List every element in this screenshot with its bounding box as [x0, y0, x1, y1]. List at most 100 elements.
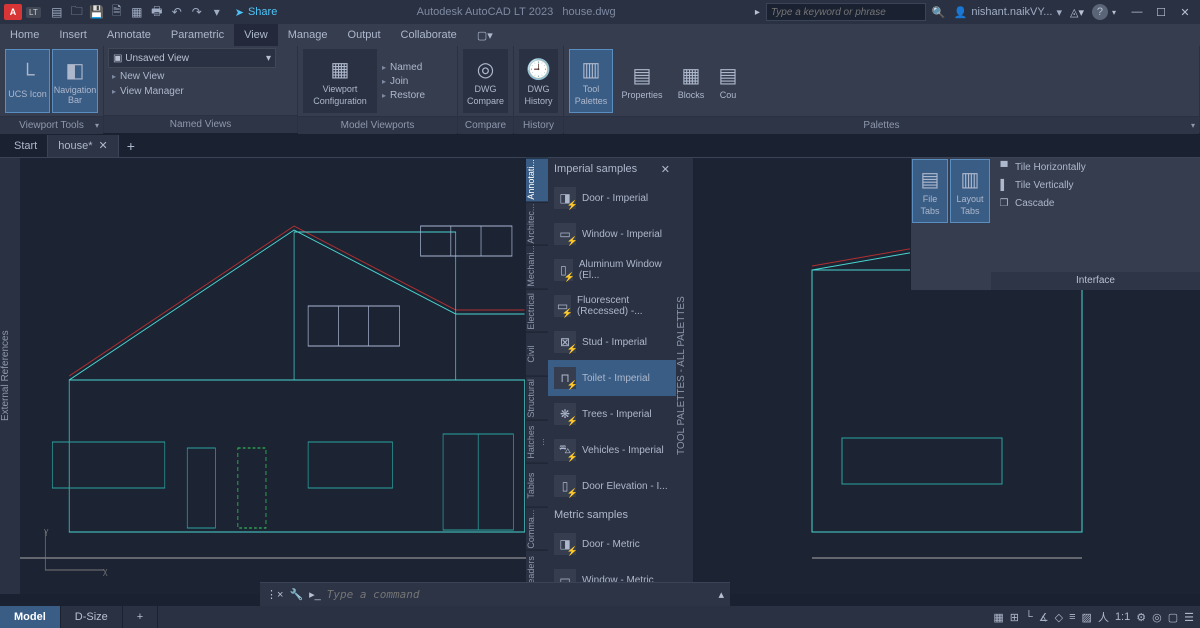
- file-tabs-button[interactable]: ▤FileTabs: [912, 159, 948, 223]
- maximize-icon[interactable]: ☐: [1150, 4, 1172, 20]
- app-icon[interactable]: A: [4, 4, 22, 20]
- vtab-command[interactable]: Comma...: [526, 507, 548, 551]
- vtab-mechanical[interactable]: Mechani...: [526, 245, 548, 289]
- search-icon[interactable]: 🔍: [932, 6, 946, 19]
- layout-tab-dsize[interactable]: D-Size: [61, 606, 123, 628]
- palette-item-vehicles[interactable]: ⛍Vehicles - Imperial: [548, 432, 676, 468]
- layout-tab-model[interactable]: Model: [0, 606, 61, 628]
- redo-icon[interactable]: ↷: [189, 4, 205, 20]
- cmd-menu-icon[interactable]: ▴: [718, 588, 724, 601]
- ucs-icon-button[interactable]: └UCS Icon: [5, 49, 50, 113]
- vtab-annotation[interactable]: Annotati...: [526, 158, 548, 202]
- panel-label[interactable]: Viewport Tools: [0, 116, 103, 134]
- new-tab-button[interactable]: +: [119, 138, 143, 154]
- customize-icon[interactable]: 🔧: [289, 588, 303, 601]
- tab-extra[interactable]: ▢▾: [467, 24, 503, 46]
- palette-close-icon[interactable]: ✕: [661, 163, 670, 176]
- file-tab-start[interactable]: Start: [4, 135, 48, 157]
- search-arrow-icon[interactable]: ▸: [755, 7, 760, 18]
- tab-manage[interactable]: Manage: [278, 24, 338, 46]
- tile-horizontal-button[interactable]: ▀Tile Horizontally: [991, 158, 1200, 176]
- cascade-button[interactable]: ❐Cascade: [991, 194, 1200, 212]
- gear-icon[interactable]: ⚙: [1136, 611, 1146, 624]
- lineweight-icon[interactable]: ≡: [1069, 611, 1075, 623]
- vtab-tables[interactable]: Tables: [526, 463, 548, 507]
- named-button[interactable]: Named: [378, 61, 429, 74]
- grid-icon[interactable]: ▦: [993, 611, 1003, 624]
- annotation-icon[interactable]: 人: [1098, 609, 1109, 625]
- secondary-canvas[interactable]: ▤FileTabs ▥LayoutTabs ▀Tile Horizontally…: [694, 158, 1200, 594]
- close-icon[interactable]: ✕: [99, 139, 108, 152]
- tab-output[interactable]: Output: [338, 24, 391, 46]
- command-input[interactable]: [327, 588, 713, 601]
- autodesk-app-icon[interactable]: ◬▾: [1070, 6, 1084, 19]
- add-layout-button[interactable]: +: [123, 606, 158, 628]
- external-references-panel[interactable]: External References: [0, 158, 20, 594]
- polar-icon[interactable]: ∡: [1039, 611, 1049, 624]
- drawing-canvas[interactable]: Y X: [20, 158, 526, 594]
- tab-annotate[interactable]: Annotate: [97, 24, 161, 46]
- scale-display[interactable]: 1:1: [1115, 611, 1130, 623]
- dwg-compare-button[interactable]: ◎DWGCompare: [463, 49, 508, 113]
- share-link[interactable]: ➤ Share: [235, 6, 278, 19]
- tab-home[interactable]: Home: [0, 24, 49, 46]
- minimize-icon[interactable]: —: [1126, 4, 1148, 20]
- panel-label[interactable]: Interface: [991, 272, 1200, 290]
- menu-icon[interactable]: ☰: [1184, 611, 1194, 624]
- count-button[interactable]: ▤Cou: [713, 49, 743, 113]
- search-input[interactable]: [766, 3, 926, 21]
- close-icon[interactable]: ✕: [1174, 4, 1196, 20]
- save-icon[interactable]: 💾: [89, 4, 105, 20]
- palette-item-door-elev[interactable]: ▯Door Elevation - I...: [548, 468, 676, 504]
- dwg-history-button[interactable]: 🕘DWGHistory: [519, 49, 558, 113]
- tab-view[interactable]: View: [234, 24, 278, 46]
- palette-item-window[interactable]: ▭Window - Imperial: [548, 216, 676, 252]
- tile-vertical-button[interactable]: ▌Tile Vertically: [991, 176, 1200, 194]
- tab-collaborate[interactable]: Collaborate: [391, 24, 467, 46]
- new-view-button[interactable]: New View: [108, 70, 293, 83]
- palette-item-trees[interactable]: ❋Trees - Imperial: [548, 396, 676, 432]
- palette-item-door[interactable]: ◨Door - Imperial: [548, 180, 676, 216]
- tab-parametric[interactable]: Parametric: [161, 24, 234, 46]
- clean-icon[interactable]: ▢: [1168, 611, 1178, 624]
- palette-item-toilet[interactable]: ⊓Toilet - Imperial: [548, 360, 676, 396]
- undo-icon[interactable]: ↶: [169, 4, 185, 20]
- command-line[interactable]: ⋮× 🔧 ▸_ ▴: [260, 582, 730, 606]
- palette-item-door-m[interactable]: ◨Door - Metric: [548, 526, 676, 562]
- tool-palettes-button[interactable]: ▥ToolPalettes: [569, 49, 613, 113]
- layout-tabs-button[interactable]: ▥LayoutTabs: [950, 159, 990, 223]
- palette-item-stud[interactable]: ⊠Stud - Imperial: [548, 324, 676, 360]
- nav-bar-button[interactable]: ◧Navigation Bar: [52, 49, 98, 113]
- osnap-icon[interactable]: ◇: [1055, 611, 1063, 624]
- join-button[interactable]: Join: [378, 75, 429, 88]
- vtab-electrical[interactable]: Electrical: [526, 289, 548, 333]
- snap-icon[interactable]: ⊞: [1010, 611, 1019, 624]
- panel-label[interactable]: Palettes: [564, 116, 1199, 134]
- user-account[interactable]: 👤 nishant.naikVY... ▾: [954, 6, 1062, 19]
- palette-item-fluorescent[interactable]: ▭Fluorescent (Recessed) -...: [548, 288, 676, 324]
- chevron-down-icon[interactable]: ▾: [1112, 8, 1116, 17]
- open-icon[interactable]: 🗀: [69, 4, 85, 20]
- vtab-structural[interactable]: Structural: [526, 376, 548, 420]
- palette-item-alum-window[interactable]: ▯Aluminum Window (El...: [548, 252, 676, 288]
- view-combo[interactable]: ▣ Unsaved View: [108, 48, 276, 68]
- vtab-hatches[interactable]: Hatches ...: [526, 420, 548, 464]
- isolate-icon[interactable]: ◎: [1152, 611, 1162, 624]
- help-icon[interactable]: ?: [1092, 4, 1108, 20]
- ortho-icon[interactable]: └: [1025, 611, 1033, 623]
- view-manager-button[interactable]: View Manager: [108, 85, 293, 98]
- web-icon[interactable]: ▦: [129, 4, 145, 20]
- vtab-civil[interactable]: Civil: [526, 332, 548, 376]
- new-icon[interactable]: ▤: [49, 4, 65, 20]
- transparency-icon[interactable]: ▨: [1082, 611, 1092, 624]
- properties-button[interactable]: ▤Properties: [615, 49, 669, 113]
- menu-dropdown-icon[interactable]: ▾: [209, 4, 225, 20]
- file-tab-house[interactable]: house*✕: [48, 135, 118, 157]
- tab-insert[interactable]: Insert: [49, 24, 97, 46]
- saveas-icon[interactable]: 🗎: [109, 4, 125, 20]
- palette-title-bar[interactable]: TOOL PALETTES - ALL PALETTES: [676, 158, 694, 594]
- restore-button[interactable]: Restore: [378, 89, 429, 102]
- blocks-button[interactable]: ▦Blocks: [671, 49, 711, 113]
- vtab-architectural[interactable]: Architec...: [526, 202, 548, 246]
- plot-icon[interactable]: 🖶: [149, 4, 165, 20]
